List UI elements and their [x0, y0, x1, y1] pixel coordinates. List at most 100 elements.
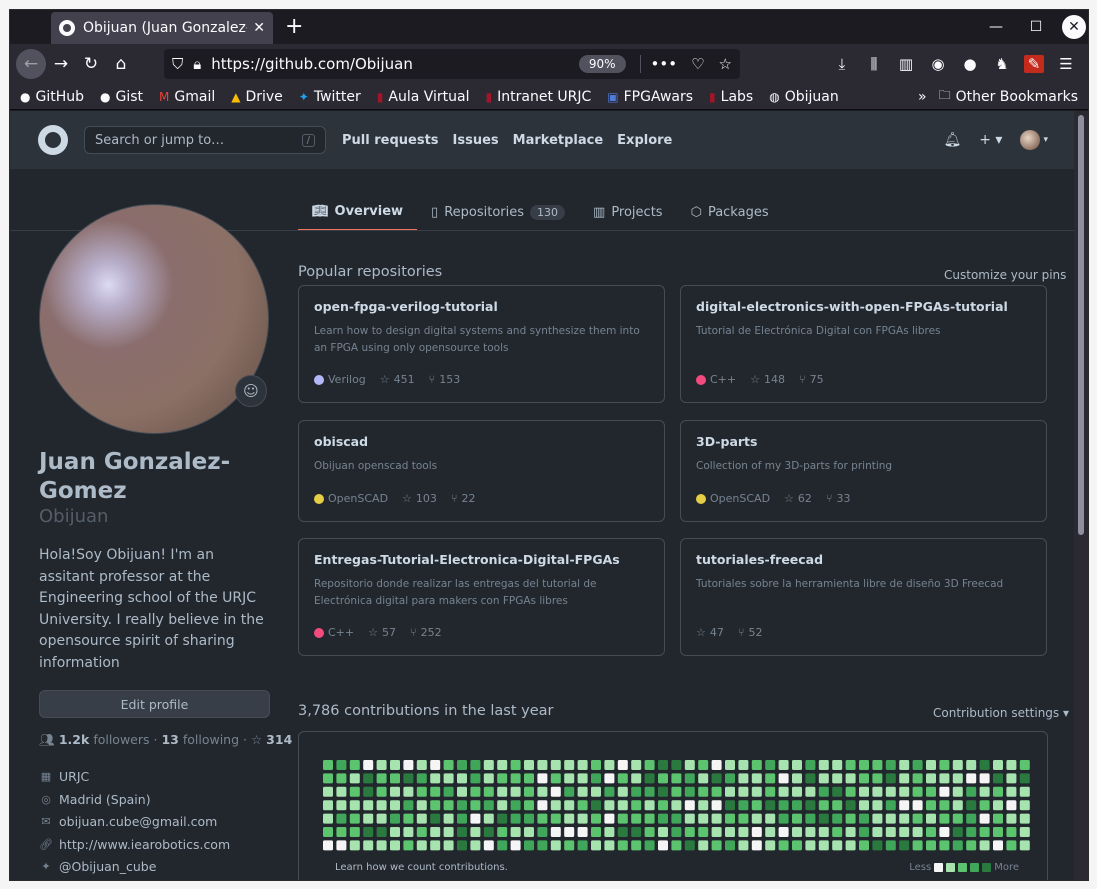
- contribution-day[interactable]: [524, 760, 534, 770]
- contribution-day[interactable]: [336, 760, 347, 770]
- close-tab-icon[interactable]: ✕: [253, 20, 265, 36]
- contribution-day[interactable]: [550, 827, 561, 837]
- maximize-icon[interactable]: ☐: [1016, 19, 1056, 35]
- contribution-day[interactable]: [912, 773, 923, 784]
- contribution-day[interactable]: [564, 773, 575, 784]
- tab-packages[interactable]: ⬡ Packages: [677, 193, 783, 231]
- contribution-day[interactable]: [443, 760, 454, 770]
- contribution-day[interactable]: [765, 773, 776, 784]
- contribution-day[interactable]: [604, 813, 615, 824]
- contribution-day[interactable]: [390, 760, 400, 770]
- contribution-day[interactable]: [457, 800, 467, 811]
- contribution-day[interactable]: [859, 773, 869, 784]
- contribution-day[interactable]: [671, 840, 682, 851]
- contribution-day[interactable]: [483, 786, 494, 797]
- contribution-day[interactable]: [738, 786, 749, 797]
- contribution-day[interactable]: [658, 760, 668, 770]
- contribution-day[interactable]: [684, 760, 695, 770]
- contribution-day[interactable]: [979, 760, 990, 770]
- contribution-day[interactable]: [832, 786, 843, 797]
- contribution-day[interactable]: [470, 760, 481, 770]
- contribution-day[interactable]: [684, 800, 695, 811]
- contribution-day[interactable]: [872, 786, 883, 797]
- contribution-day[interactable]: [738, 813, 749, 824]
- zoom-level[interactable]: 90%: [578, 55, 626, 73]
- contribution-day[interactable]: [832, 813, 843, 824]
- contribution-day[interactable]: [349, 827, 360, 837]
- contribution-day[interactable]: [818, 827, 829, 837]
- contribution-day[interactable]: [966, 760, 977, 770]
- contribution-day[interactable]: [832, 760, 843, 770]
- contribution-day[interactable]: [644, 813, 655, 824]
- download-icon[interactable]: ⤓: [832, 55, 852, 73]
- contribution-day[interactable]: [1006, 800, 1017, 811]
- contribution-day[interactable]: [631, 840, 642, 851]
- contribution-day[interactable]: [885, 840, 896, 851]
- followers-count[interactable]: 1.2k: [59, 732, 89, 747]
- contribution-day[interactable]: [1019, 800, 1030, 811]
- repo-name-link[interactable]: obiscad: [314, 434, 649, 449]
- other-bookmarks[interactable]: 🗀︎ Other Bookmarks: [939, 86, 1078, 107]
- contribution-day[interactable]: [711, 840, 722, 851]
- url-text[interactable]: https://github.com/Obijuan: [211, 55, 579, 73]
- repo-name-link[interactable]: open-fpga-verilog-tutorial: [314, 299, 649, 314]
- github-extension-icon[interactable]: ●: [960, 55, 980, 73]
- contribution-day[interactable]: [470, 813, 481, 824]
- contribution-day[interactable]: [698, 827, 709, 837]
- scrollbar-thumb[interactable]: [1078, 115, 1084, 535]
- contribution-day[interactable]: [577, 786, 588, 797]
- contribution-day[interactable]: [751, 760, 762, 770]
- create-new-icon[interactable]: + ▾: [979, 132, 1002, 148]
- contribution-day[interactable]: [457, 840, 467, 851]
- close-window-icon[interactable]: ✕: [1062, 15, 1086, 39]
- contribution-day[interactable]: [765, 786, 776, 797]
- contribution-day[interactable]: [403, 786, 414, 797]
- reload-icon[interactable]: ↻: [76, 49, 106, 79]
- contribution-day[interactable]: [885, 760, 896, 770]
- contribution-day[interactable]: [711, 800, 722, 811]
- contribution-day[interactable]: [644, 800, 655, 811]
- contribution-day[interactable]: [684, 827, 695, 837]
- followers-label[interactable]: followers: [93, 732, 149, 747]
- contribution-day[interactable]: [778, 840, 789, 851]
- new-tab-icon[interactable]: +: [285, 14, 303, 39]
- following-count[interactable]: 13: [161, 732, 178, 747]
- search-input[interactable]: Search or jump to… /: [84, 126, 326, 154]
- library-icon[interactable]: ⫼: [864, 55, 884, 73]
- contribution-day[interactable]: [537, 840, 548, 851]
- contribution-day[interactable]: [336, 827, 347, 837]
- contribution-day[interactable]: [792, 827, 802, 837]
- contribution-day[interactable]: [805, 813, 816, 824]
- contribution-day[interactable]: [899, 786, 910, 797]
- stargazers-link[interactable]: ☆ 148: [750, 373, 785, 386]
- contribution-day[interactable]: [336, 773, 347, 784]
- contribution-day[interactable]: [671, 786, 682, 797]
- contribution-day[interactable]: [390, 840, 400, 851]
- contribution-day[interactable]: [899, 827, 910, 837]
- contribution-day[interactable]: [564, 840, 575, 851]
- contribution-day[interactable]: [617, 773, 628, 784]
- contribution-day[interactable]: [698, 800, 709, 811]
- contribution-day[interactable]: [564, 760, 575, 770]
- contribution-day[interactable]: [631, 813, 642, 824]
- stargazers-link[interactable]: ☆ 451: [380, 373, 415, 386]
- contribution-day[interactable]: [952, 800, 963, 811]
- contribution-day[interactable]: [658, 773, 668, 784]
- contribution-day[interactable]: [993, 773, 1003, 784]
- contribution-day[interactable]: [939, 840, 950, 851]
- contribution-day[interactable]: [926, 827, 936, 837]
- contribution-day[interactable]: [550, 773, 561, 784]
- scrollbar[interactable]: [1074, 111, 1088, 880]
- contribution-day[interactable]: [631, 760, 642, 770]
- contribution-day[interactable]: [859, 760, 869, 770]
- contribution-day[interactable]: [1006, 840, 1017, 851]
- contribution-day[interactable]: [711, 760, 722, 770]
- contribution-day[interactable]: [497, 800, 508, 811]
- contribution-day[interactable]: [349, 800, 360, 811]
- contribution-day[interactable]: [792, 840, 802, 851]
- bookmark-star-icon[interactable]: ☆: [719, 55, 732, 73]
- contribution-day[interactable]: [725, 773, 735, 784]
- contribution-day[interactable]: [524, 773, 534, 784]
- contribution-day[interactable]: [564, 827, 575, 837]
- contribution-day[interactable]: [1019, 773, 1030, 784]
